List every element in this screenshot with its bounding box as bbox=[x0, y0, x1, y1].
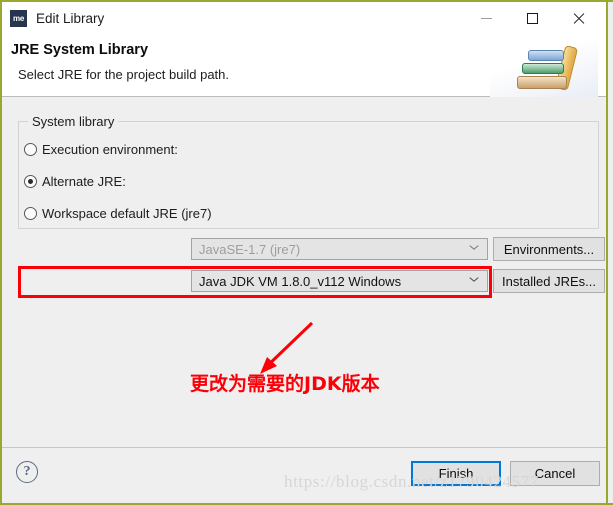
environments-button[interactable]: Environments... bbox=[493, 237, 605, 261]
dialog-window: me Edit Library JRE System Library Selec… bbox=[0, 0, 613, 505]
option-alternate-jre[interactable]: Alternate JRE: bbox=[24, 169, 126, 193]
option-label: Workspace default JRE (jre7) bbox=[42, 205, 212, 221]
radio-alternate-jre[interactable] bbox=[24, 174, 37, 188]
option-execution-environment[interactable]: Execution environment: bbox=[24, 137, 178, 161]
watermark: https://blog.csdn.net/z1790424577 bbox=[284, 472, 539, 491]
option-label: Alternate JRE: bbox=[42, 173, 126, 189]
minimize-icon bbox=[480, 17, 492, 19]
option-workspace-default-jre[interactable]: Workspace default JRE (jre7) bbox=[24, 201, 212, 225]
dialog-header: JRE System Library Select JRE for the pr… bbox=[2, 32, 608, 98]
maximize-icon bbox=[526, 12, 538, 24]
combo-value: JavaSE-1.7 (jre7) bbox=[199, 241, 301, 257]
dialog-content: System library Execution environment: Ja… bbox=[2, 97, 608, 447]
page-title: JRE System Library bbox=[11, 42, 149, 58]
app-icon: me bbox=[10, 9, 27, 27]
combo-value: Java JDK VM 1.8.0_v112 Windows bbox=[199, 273, 402, 289]
title-bar: me Edit Library bbox=[2, 2, 608, 34]
books-icon bbox=[490, 32, 598, 98]
help-icon[interactable]: ? bbox=[16, 461, 38, 483]
option-label: Execution environment: bbox=[42, 141, 178, 157]
annotation-text: 更改为需要的JDK版本 bbox=[190, 373, 380, 395]
close-button[interactable] bbox=[555, 2, 601, 34]
alternate-jre-combo[interactable]: Java JDK VM 1.8.0_v112 Windows bbox=[191, 270, 488, 292]
radio-workspace-default-jre[interactable] bbox=[24, 206, 37, 220]
group-legend: System library bbox=[28, 114, 119, 129]
window-controls bbox=[463, 2, 601, 34]
execution-environment-combo[interactable]: JavaSE-1.7 (jre7) bbox=[191, 238, 488, 260]
installed-jres-button[interactable]: Installed JREs... bbox=[493, 269, 605, 293]
window-border-right bbox=[606, 0, 608, 505]
chevron-down-icon bbox=[469, 277, 478, 286]
maximize-button[interactable] bbox=[509, 2, 555, 34]
close-icon bbox=[572, 12, 585, 25]
minimize-button[interactable] bbox=[463, 2, 509, 34]
chevron-down-icon bbox=[469, 245, 478, 254]
page-description: Select JRE for the project build path. bbox=[18, 67, 230, 82]
window-title: Edit Library bbox=[36, 10, 105, 26]
radio-execution-environment[interactable] bbox=[24, 142, 37, 156]
